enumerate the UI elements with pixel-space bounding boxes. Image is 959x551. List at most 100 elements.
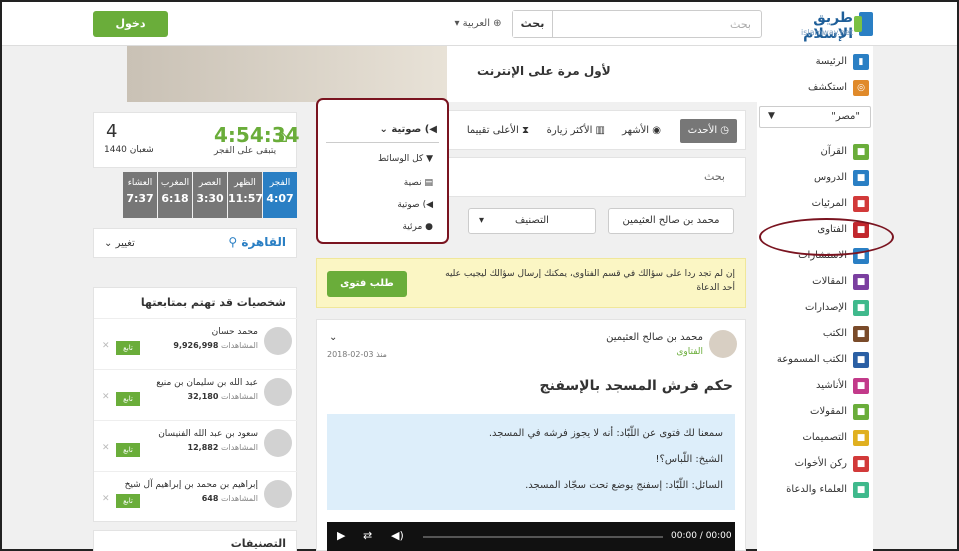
section-icon: ■ [853, 378, 869, 394]
sidebar-item[interactable]: ■ القرآن [757, 142, 873, 164]
dismiss-icon[interactable]: ✕ [102, 494, 110, 504]
chevron-down-icon[interactable]: ⌄ [329, 332, 337, 343]
person-row[interactable]: إبراهيم بن محمد بن إبراهيم آل شيخ المشاهد… [94, 471, 298, 521]
prayer-clock: 4:07 [266, 192, 294, 205]
sidebar-label: الرئيسة [815, 56, 847, 67]
search-button[interactable]: بحث [513, 11, 553, 37]
fatwa-question: سمعنا لك فتوى عن اللّبّاد: أنه لا يجوز ف… [327, 414, 735, 510]
logo-mark-icon [854, 12, 873, 36]
fatwa-date: منذ 03-02-2018 [327, 350, 387, 359]
person-row[interactable]: عبد الله بن سليمان بن منيع المشاهدات 32,1… [94, 369, 298, 419]
tab-famous[interactable]: ◉ الأشهر [622, 119, 661, 143]
section-icon: ■ [853, 170, 869, 186]
sidebar-item[interactable]: ■ الكتب المسموعة [757, 350, 873, 372]
follow-button[interactable]: تابع [116, 341, 140, 355]
person-name[interactable]: إبراهيم بن محمد بن إبراهيم آل شيخ [108, 480, 258, 490]
menu-item-all-media[interactable]: ▼ كل الوسائط [378, 154, 433, 164]
search-input[interactable]: بحث بحث [512, 10, 762, 38]
person-name[interactable]: عبد الله بن سليمان بن منيع [108, 378, 258, 388]
prayer-clock: 11:57 [228, 192, 264, 205]
chevron-down-icon: ▼ [768, 111, 775, 121]
section-icon: ■ [853, 430, 869, 446]
person-avatar[interactable] [264, 327, 292, 355]
prayer-time: العشاء 7:37 [123, 172, 157, 218]
dismiss-icon[interactable]: ✕ [102, 392, 110, 402]
author-name[interactable]: محمد بن صالح العثيمين [606, 332, 703, 343]
follow-button[interactable]: تابع [116, 443, 140, 457]
search-placeholder: بحث [704, 170, 725, 183]
sidebar-item[interactable]: ■ الإصدارات [757, 298, 873, 320]
search-placeholder: بحث [730, 18, 751, 31]
login-button[interactable]: دخول [93, 11, 168, 37]
tab-label: الأعلى تقييما [466, 125, 519, 136]
categories-box: التصنيفات [93, 530, 297, 551]
prayer-name: المغرب [160, 178, 190, 188]
sidebar-item[interactable]: ■ المرئيات [757, 194, 873, 216]
home-icon: ▮ [853, 54, 869, 70]
follow-button[interactable]: تابع [116, 494, 140, 508]
progress-bar[interactable] [423, 536, 663, 538]
dismiss-icon[interactable]: ✕ [102, 341, 110, 351]
prayer-name: العشاء [127, 178, 153, 188]
tab-label: الأشهر [622, 125, 650, 136]
tab-top-rated[interactable]: ⧗ الأعلى تقييما [467, 119, 529, 143]
menu-item-audio[interactable]: ◀) صوتية [397, 200, 433, 210]
person-views: المشاهدات 12,882 [188, 443, 258, 452]
play-icon[interactable]: ▶ [337, 529, 345, 542]
person-name[interactable]: محمد حسان [108, 327, 258, 337]
sidebar-item[interactable]: ■ ركن الأخوات [757, 454, 873, 476]
region-select[interactable]: "مصر" ▼ [759, 106, 871, 128]
fatwa-category[interactable]: الفتاوى [676, 347, 703, 357]
volume-icon[interactable]: ◀) [391, 529, 404, 542]
sheikh-select[interactable]: محمد بن صالح العثيمين [608, 208, 734, 234]
loop-icon[interactable]: ⇄ [363, 529, 372, 542]
prayer-name: العصر [198, 178, 222, 188]
sidebar-item[interactable]: ■ العلماء والدعاة [757, 480, 873, 502]
person-row[interactable]: سعود بن عبد الله الفنيسان المشاهدات 12,88… [94, 420, 298, 470]
category-label: التصنيف [515, 215, 549, 226]
sidebar-item[interactable]: ■ التصميمات [757, 428, 873, 450]
sidebar-item-explore[interactable]: ◎ استكشف [757, 78, 873, 100]
tab-most-visited[interactable]: ▥ الأكثر زيارة [547, 119, 605, 143]
request-fatwa-button[interactable]: طلب فتوى [327, 271, 407, 297]
menu-item-video[interactable]: ● مرئية [402, 222, 433, 232]
prayer-clock: 6:18 [161, 192, 189, 205]
author-avatar[interactable] [709, 330, 737, 358]
person-name[interactable]: سعود بن عبد الله الفنيسان [108, 429, 258, 439]
sidebar-item[interactable]: ■ المقالات [757, 272, 873, 294]
follow-button[interactable]: تابع [116, 392, 140, 406]
fatwa-title[interactable]: حكم فرش المسجد بالإسفنج [540, 378, 733, 394]
sidebar-item[interactable]: ■ الدروس [757, 168, 873, 190]
fatwa-card: محمد بن صالح العثيمين الفتاوى ⌄ منذ 03-0… [316, 319, 746, 551]
sidebar-item[interactable]: ■ الأناشيد [757, 376, 873, 398]
prayer-time: الفجر 4:07 [263, 172, 297, 218]
tab-newest[interactable]: ◷ الأحدث [679, 119, 737, 143]
menu-item-text[interactable]: ▤ نصية [404, 178, 433, 188]
person-avatar[interactable] [264, 429, 292, 457]
city-name[interactable]: القاهرة ⚲ [228, 235, 286, 249]
change-city-button[interactable]: تغيير ⌄ [104, 238, 135, 249]
language-select[interactable]: ▾ العربية ⊕ [454, 10, 502, 38]
sidebar-item[interactable]: ■ المقولات [757, 402, 873, 424]
person-avatar[interactable] [264, 480, 292, 508]
sidebar-item[interactable]: ■ الكتب [757, 324, 873, 346]
media-type-select[interactable]: ◀) صوتية ⌄ [380, 124, 437, 135]
dismiss-icon[interactable]: ✕ [102, 443, 110, 453]
site-logo[interactable]: طريق الإسلام islamway.net [763, 10, 873, 42]
prayer-time: المغرب 6:18 [158, 172, 192, 218]
views-label: المشاهدات [220, 341, 258, 350]
sidebar-label: المقولات [810, 406, 847, 417]
section-icon: ■ [853, 326, 869, 342]
sidebar-label: القرآن [820, 146, 847, 157]
category-select[interactable]: التصنيف ▾ [468, 208, 596, 234]
person-row[interactable]: محمد حسان المشاهدات 9,926,998 تابع ✕ [94, 318, 298, 368]
sidebar-item-home[interactable]: ▮ الرئيسة [757, 52, 873, 74]
views-label: المشاهدات [220, 443, 258, 452]
player-time: 00:00 / 00:00 [671, 531, 732, 541]
tab-label: الأكثر زيارة [546, 125, 593, 136]
quran-banner[interactable] [127, 46, 447, 102]
menu-label: صوتية [397, 200, 420, 210]
person-avatar[interactable] [264, 378, 292, 406]
people-title: شخصيات قد تهتم بمتابعتها [140, 296, 286, 309]
views-count: 9,926,998 [173, 341, 219, 350]
